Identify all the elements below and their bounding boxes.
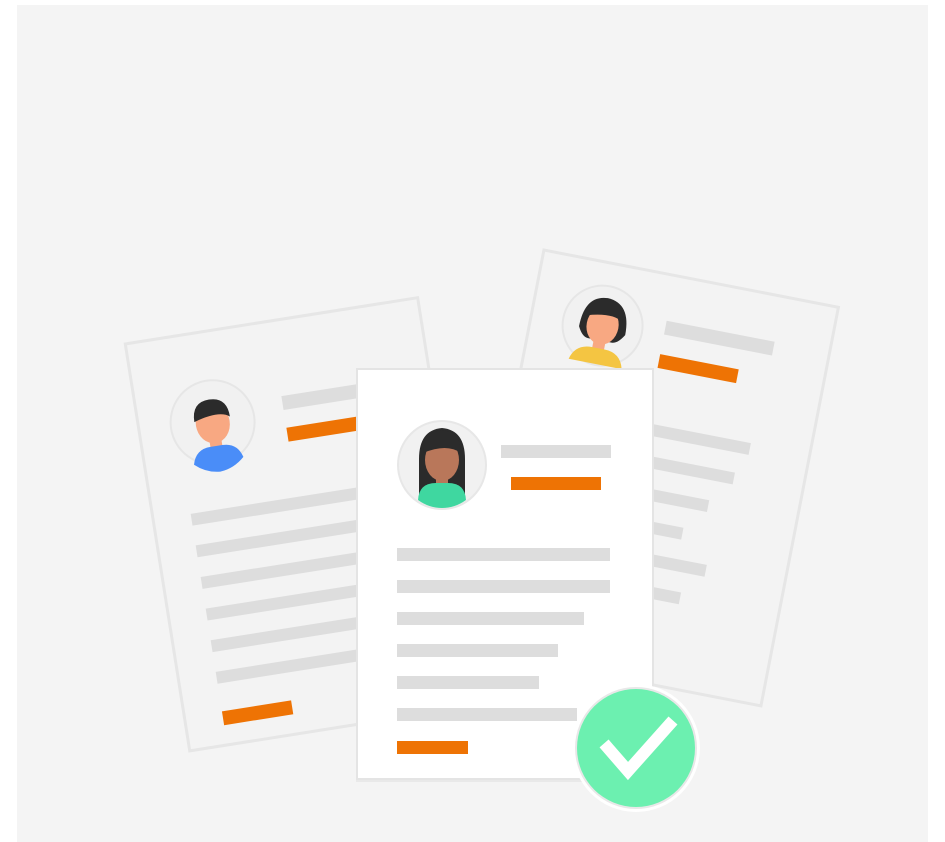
illustration-panel: [17, 5, 928, 842]
text-line: [397, 644, 558, 657]
text-line: [397, 580, 610, 593]
name-line: [501, 445, 611, 458]
text-line: [397, 548, 610, 561]
avatar: [397, 420, 487, 510]
resume-illustration: [17, 5, 928, 842]
illustration-frame: [0, 0, 945, 842]
text-line: [397, 676, 539, 689]
shirt: [418, 483, 466, 508]
approved-badge: [572, 684, 700, 812]
title-line-accent: [511, 477, 601, 490]
text-line: [397, 612, 584, 625]
footer-line-accent: [397, 741, 468, 754]
text-line: [397, 708, 577, 721]
badge-fill: [577, 689, 695, 807]
